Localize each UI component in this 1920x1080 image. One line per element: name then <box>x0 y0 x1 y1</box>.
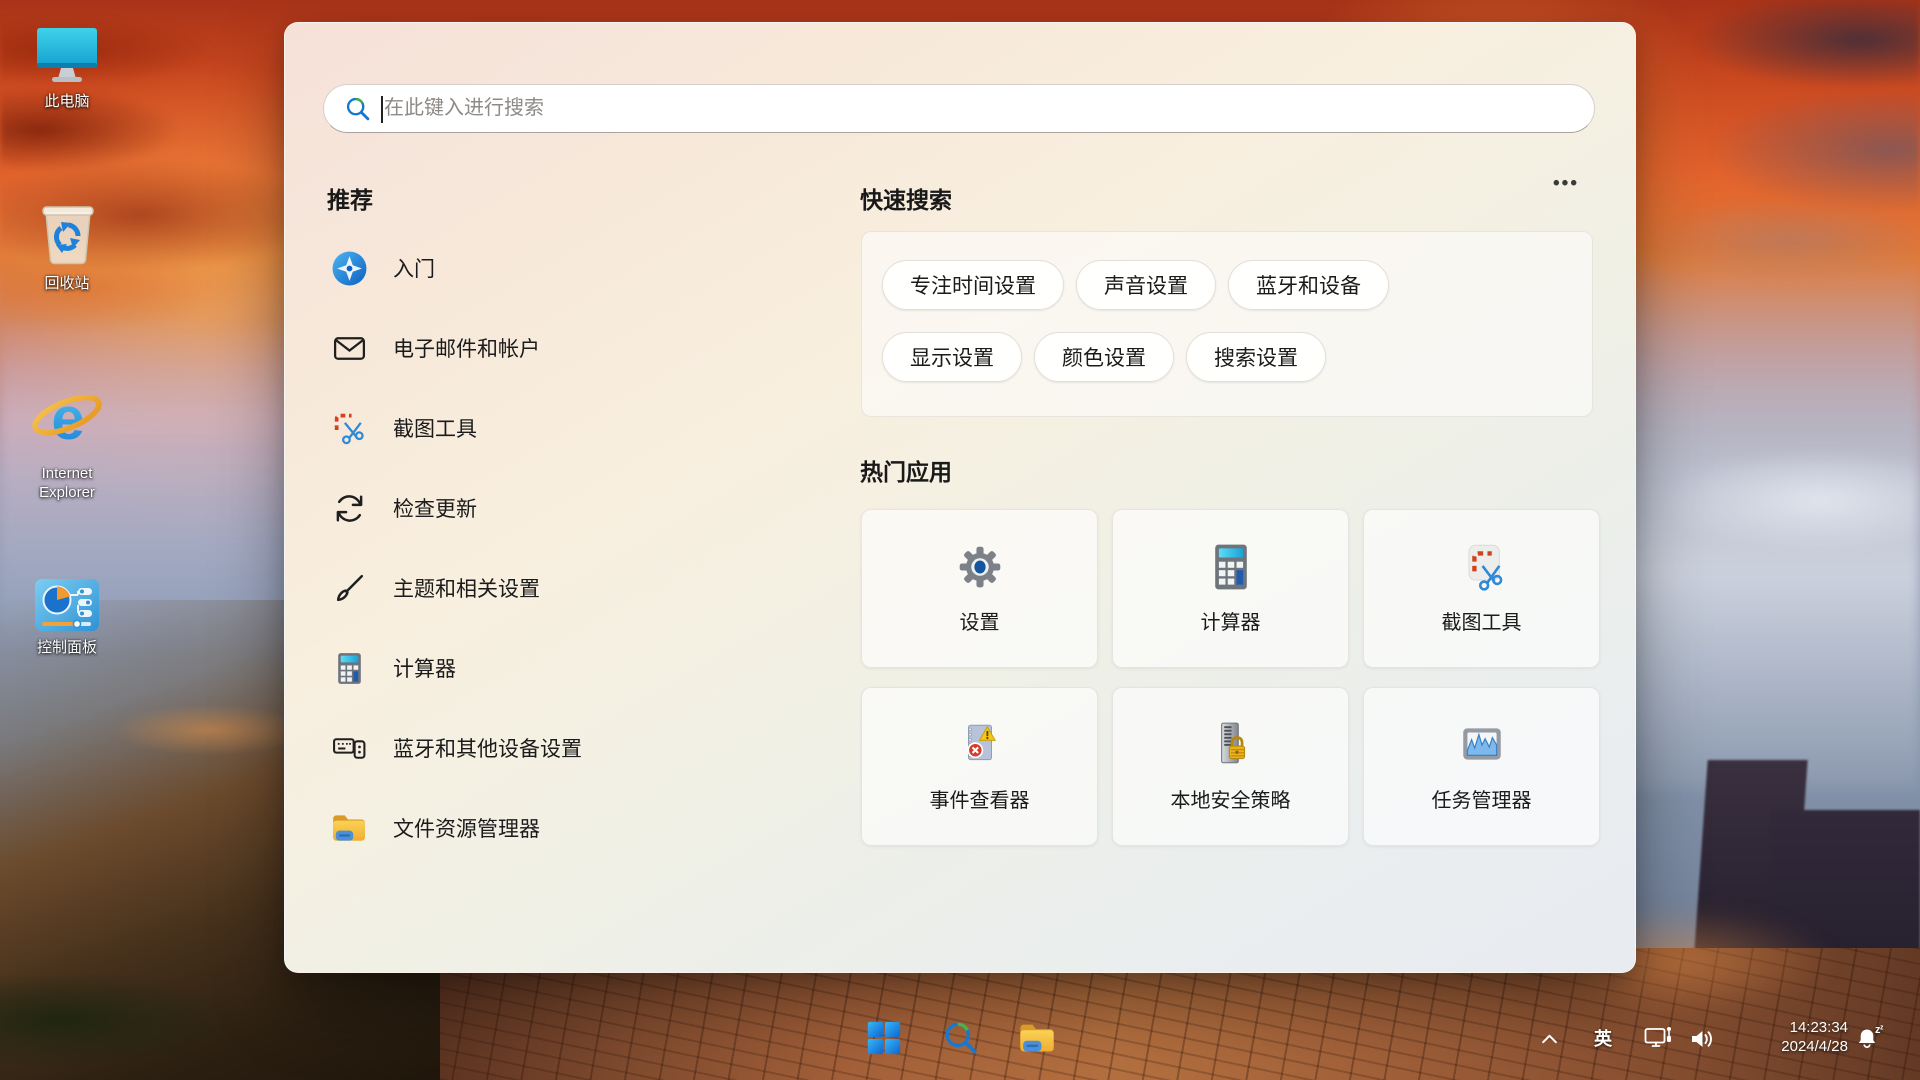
recommended-item-calculator[interactable]: 计算器 <box>327 628 847 708</box>
calculator-icon <box>329 648 369 688</box>
wallpaper-mist <box>1620 250 1920 790</box>
recommended-list: 入门 电子邮件和帐户 <box>327 228 847 868</box>
tray-date: 2024/4/28 <box>1781 1037 1848 1056</box>
search-box[interactable] <box>323 84 1595 133</box>
desktop-icon-label: 控制面板 <box>37 638 97 657</box>
speaker-icon <box>1689 1027 1717 1051</box>
quick-search-card: 专注时间设置 声音设置 蓝牙和设备 显示设置 颜色设置 搜索设置 <box>861 231 1593 417</box>
quick-search-chip[interactable]: 蓝牙和设备 <box>1228 260 1389 310</box>
bell-do-not-disturb-icon: z z <box>1854 1023 1886 1051</box>
svg-text:z: z <box>1880 1025 1884 1032</box>
desktop-icon-this-pc[interactable]: 此电脑 <box>12 26 122 111</box>
local-security-policy-icon <box>1206 716 1256 774</box>
recommended-item-file-explorer[interactable]: 文件资源管理器 <box>327 788 847 868</box>
snipping-tool-icon <box>329 408 369 448</box>
this-pc-monitor-icon <box>31 26 103 86</box>
recommended-item-get-started[interactable]: 入门 <box>327 228 847 308</box>
tray-hardware-button[interactable] <box>1642 1024 1678 1052</box>
tray-show-hidden-icons[interactable] <box>1534 1026 1564 1050</box>
calculator-icon <box>1207 538 1255 596</box>
quick-search-chip[interactable]: 颜色设置 <box>1034 332 1174 382</box>
more-options-button[interactable]: ••• <box>1539 169 1593 203</box>
quick-search-chip[interactable]: 声音设置 <box>1076 260 1216 310</box>
search-icon <box>942 1019 980 1057</box>
tray-volume-button[interactable] <box>1686 1025 1720 1052</box>
mail-icon <box>329 328 369 368</box>
recommended-item-themes[interactable]: 主题和相关设置 <box>327 548 847 628</box>
desktop-icon-label: 此电脑 <box>44 92 89 111</box>
text-caret <box>381 96 383 123</box>
desktop-icon-label: 回收站 <box>44 274 89 293</box>
internet-explorer-icon: e <box>28 382 106 458</box>
tray-time: 14:23:34 <box>1781 1018 1848 1037</box>
quick-search-chip[interactable]: 专注时间设置 <box>882 260 1064 310</box>
desktop-icon-control-panel[interactable]: 控制面板 <box>12 578 122 657</box>
search-icon <box>344 95 372 123</box>
get-started-pinwheel-icon <box>329 248 369 288</box>
quick-search-header: 快速搜索 <box>860 181 952 215</box>
taskbar-search-button[interactable] <box>939 1016 983 1060</box>
paintbrush-icon <box>329 568 369 608</box>
quick-search-chip[interactable]: 搜索设置 <box>1186 332 1326 382</box>
event-viewer-icon <box>955 716 1005 774</box>
start-button[interactable] <box>862 1016 906 1060</box>
app-tile-calculator[interactable]: 计算器 <box>1112 509 1349 668</box>
chevron-up-icon <box>1541 1033 1558 1044</box>
app-tile-settings[interactable]: 设置 <box>861 509 1098 668</box>
recommended-header: 推荐 <box>327 181 373 215</box>
top-apps-header: 热门应用 <box>860 453 952 487</box>
app-tile-local-security-policy[interactable]: 本地安全策略 <box>1112 687 1349 846</box>
refresh-update-icon <box>329 488 369 528</box>
tray-clock[interactable]: 14:23:34 2024/4/28 <box>1781 1018 1848 1056</box>
svg-text:e: e <box>51 385 84 452</box>
monitor-plug-icon <box>1644 1025 1676 1051</box>
task-manager-icon <box>1457 716 1507 774</box>
quick-search-chip[interactable]: 显示设置 <box>882 332 1022 382</box>
search-input[interactable] <box>384 86 1574 131</box>
recommended-item-snipping-tool[interactable]: 截图工具 <box>327 388 847 468</box>
recycle-bin-icon <box>32 196 102 268</box>
app-tile-event-viewer[interactable]: 事件查看器 <box>861 687 1098 846</box>
app-tile-snipping-tool[interactable]: 截图工具 <box>1363 509 1600 668</box>
tray-notification-button[interactable]: z z <box>1852 1022 1888 1052</box>
recommended-item-bluetooth-devices[interactable]: 蓝牙和其他设备设置 <box>327 708 847 788</box>
top-apps-grid: 设置 计算器 <box>861 509 1600 846</box>
desktop-icon-internet-explorer[interactable]: e Internet Explorer <box>12 382 122 502</box>
windows-logo-icon <box>865 1019 903 1057</box>
folder-icon <box>1017 1021 1057 1055</box>
tray-ime-indicator[interactable]: 英 <box>1588 1026 1618 1050</box>
desktop-icon-recycle-bin[interactable]: 回收站 <box>12 196 122 293</box>
gear-icon <box>955 538 1005 596</box>
recommended-item-check-updates[interactable]: 检查更新 <box>327 468 847 548</box>
app-tile-task-manager[interactable]: 任务管理器 <box>1363 687 1600 846</box>
devices-icon <box>329 728 369 768</box>
control-panel-icon <box>34 578 100 632</box>
taskbar-file-explorer-button[interactable] <box>1015 1016 1059 1060</box>
search-flyout-panel: 推荐 快速搜索 ••• 入门 <box>284 22 1636 973</box>
desktop-icon-label: Internet Explorer <box>12 464 122 502</box>
folder-icon <box>329 808 369 848</box>
recommended-item-mail-accounts[interactable]: 电子邮件和帐户 <box>327 308 847 388</box>
desktop-screen: 此电脑 回收站 e <box>0 0 1920 1080</box>
snipping-tool-icon <box>1456 538 1508 596</box>
